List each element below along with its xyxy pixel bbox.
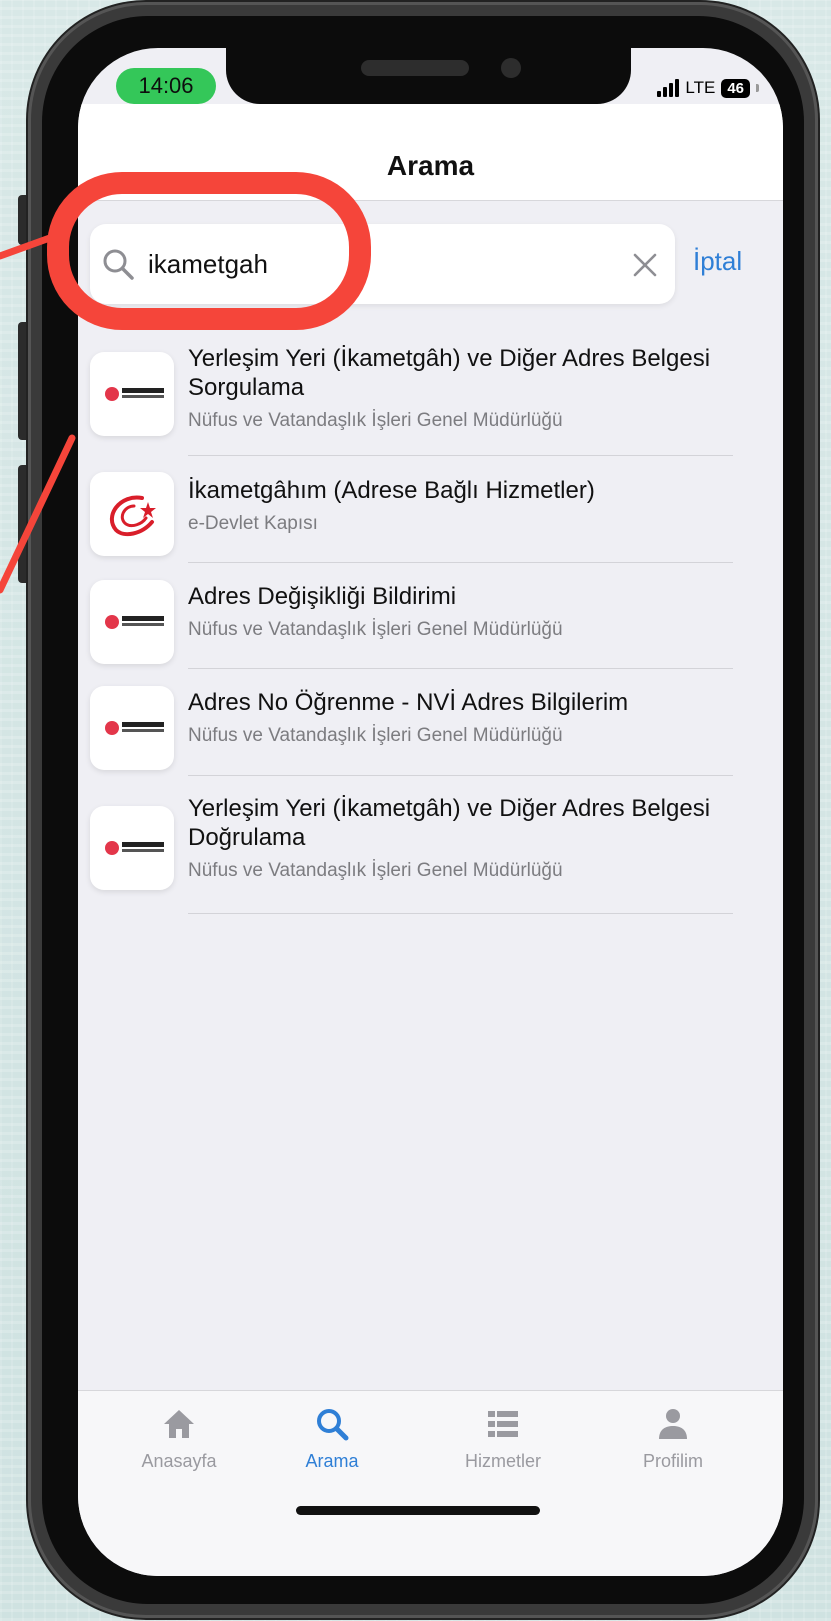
phone-screen: 14:06 LTE 46 Arama ikametgah İptal Yerle…: [78, 48, 783, 1576]
tab-label: Profilim: [642, 1451, 703, 1471]
speaker: [361, 60, 469, 76]
battery-icon: 46: [721, 78, 750, 98]
result-subtitle: Nüfus ve Vatandaşlık İşleri Genel Müdürl…: [188, 619, 563, 640]
tab-label: Anasayfa: [141, 1451, 217, 1471]
result-subtitle: Nüfus ve Vatandaşlık İşleri Genel Müdürl…: [188, 860, 563, 881]
result-item[interactable]: Yerleşim Yeri (İkametgâh) ve Diğer Adres…: [90, 786, 750, 916]
clear-icon[interactable]: [632, 252, 658, 278]
result-text: Adres No Öğrenme - NVİ Adres Bilgilerim …: [188, 688, 743, 748]
tab-profilim[interactable]: Profilim: [608, 1405, 738, 1472]
result-text: Yerleşim Yeri (İkametgâh) ve Diğer Adres…: [188, 344, 743, 433]
result-text: Yerleşim Yeri (İkametgâh) ve Diğer Adres…: [188, 794, 743, 883]
tab-hizmetler[interactable]: Hizmetler: [438, 1405, 568, 1472]
result-item[interactable]: Adres Değişikliği Bildirimi Nüfus ve Vat…: [90, 574, 750, 669]
camera: [501, 58, 521, 78]
result-item[interactable]: İkametgâhım (Adrese Bağlı Hizmetler) e-D…: [90, 468, 750, 563]
tab-label: Arama: [305, 1451, 359, 1471]
home-icon: [164, 1410, 194, 1438]
nav-bar: Arama: [78, 104, 783, 201]
cancel-button[interactable]: İptal: [693, 246, 742, 277]
result-text: Adres Değişikliği Bildirimi Nüfus ve Vat…: [188, 582, 743, 642]
signal-icon: [657, 79, 680, 97]
result-subtitle: Nüfus ve Vatandaşlık İşleri Genel Müdürl…: [188, 725, 563, 746]
notch: [226, 48, 631, 104]
status-time: 14:06: [116, 68, 216, 104]
divider: [188, 455, 733, 456]
nufus-logo-icon: [90, 686, 174, 770]
search-bar[interactable]: ikametgah: [90, 224, 675, 304]
tab-anasayfa[interactable]: Anasayfa: [114, 1405, 244, 1472]
nufus-logo-icon: [90, 806, 174, 890]
result-title: Yerleşim Yeri (İkametgâh) ve Diğer Adres…: [188, 795, 711, 851]
list-icon: [488, 1411, 518, 1437]
divider: [188, 913, 733, 914]
divider: [188, 668, 733, 669]
nufus-logo-icon: [90, 580, 174, 664]
edevlet-logo-icon: [90, 472, 174, 556]
divider: [188, 562, 733, 563]
tab-bar: Anasayfa Arama Hizmetler Profilim: [78, 1390, 783, 1576]
result-title: Adres No Öğrenme - NVİ Adres Bilgilerim: [188, 689, 629, 716]
result-text: İkametgâhım (Adrese Bağlı Hizmetler) e-D…: [188, 476, 743, 536]
result-title: Yerleşim Yeri (İkametgâh) ve Diğer Adres…: [188, 345, 711, 401]
divider: [188, 775, 733, 776]
search-icon: [103, 249, 134, 280]
home-indicator: [296, 1506, 540, 1515]
person-icon: [659, 1409, 687, 1439]
search-input[interactable]: ikametgah: [148, 246, 268, 282]
nufus-logo-icon: [90, 352, 174, 436]
page-title: Arama: [386, 150, 475, 181]
tab-label: Hizmetler: [464, 1451, 541, 1471]
result-title: Adres Değişikliği Bildirimi: [188, 583, 457, 610]
status-indicators: LTE 46: [657, 76, 759, 100]
result-item[interactable]: Adres No Öğrenme - NVİ Adres Bilgilerim …: [90, 680, 750, 776]
result-subtitle: Nüfus ve Vatandaşlık İşleri Genel Müdürl…: [188, 410, 563, 431]
search-icon: [317, 1409, 349, 1441]
tab-arama[interactable]: Arama: [267, 1405, 397, 1472]
result-item[interactable]: Yerleşim Yeri (İkametgâh) ve Diğer Adres…: [90, 340, 750, 456]
result-subtitle: e-Devlet Kapısı: [188, 513, 318, 534]
network-type: LTE: [685, 78, 716, 97]
result-title: İkametgâhım (Adrese Bağlı Hizmetler): [188, 477, 595, 504]
battery-tip: [756, 84, 759, 92]
